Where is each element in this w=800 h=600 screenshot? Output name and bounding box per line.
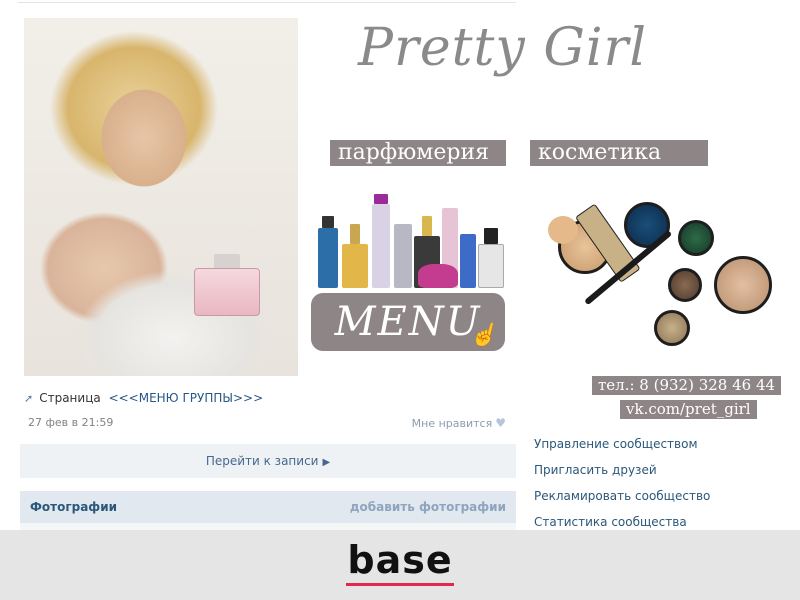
- post-title: ➚ Страница <<<МЕНЮ ГРУППЫ>>>: [24, 391, 263, 405]
- community-side-menu: Управление сообществом Пригласить друзей…: [534, 436, 710, 540]
- hand-pointer-icon: ☝: [469, 323, 499, 348]
- chevron-right-icon: ▶: [322, 457, 331, 468]
- side-link-invite[interactable]: Пригласить друзей: [534, 462, 710, 488]
- brand-underline: [346, 583, 454, 586]
- like-button[interactable]: Мне нравится ♥: [412, 416, 506, 430]
- phone-contact: тел.: 8 (932) 328 46 44: [592, 376, 782, 395]
- brand-logo: Pretty Girl: [358, 18, 647, 78]
- page-word: Страница: [39, 391, 101, 405]
- photos-title[interactable]: Фотографии: [30, 491, 117, 523]
- menu-button-label: MENU: [334, 299, 482, 345]
- goto-post-button[interactable]: Перейти к записи ▶: [20, 444, 516, 478]
- divider: [18, 2, 516, 3]
- menu-group-link[interactable]: <<<МЕНЮ ГРУППЫ>>>: [109, 391, 264, 405]
- perfume-bottles-image: [314, 180, 510, 288]
- goto-post-label: Перейти к записи: [205, 454, 319, 468]
- brand-logo-text: base: [347, 538, 453, 582]
- model-photo: [24, 18, 298, 376]
- arrow-icon: ➚: [24, 392, 34, 405]
- photos-header: Фотографии добавить фотографии: [20, 491, 516, 523]
- vk-contact: vk.com/pret_girl: [620, 400, 757, 419]
- cosmetics-label: косметика: [530, 140, 708, 166]
- perfume-label: парфюмерия: [330, 140, 506, 166]
- like-label: Мне нравится: [411, 417, 493, 430]
- brand-footer: base: [0, 530, 800, 600]
- side-link-manage[interactable]: Управление сообществом: [534, 436, 710, 462]
- main-column: Pretty Girl парфюмерия косметика MENU ☝: [18, 0, 772, 531]
- cosmetics-image: [528, 180, 790, 358]
- heart-icon: ♥: [495, 416, 506, 430]
- menu-button[interactable]: MENU ☝: [311, 293, 505, 351]
- add-photos-link[interactable]: добавить фотографии: [350, 491, 506, 523]
- side-link-advertise[interactable]: Рекламировать сообщество: [534, 488, 710, 514]
- group-banner[interactable]: Pretty Girl парфюмерия косметика MENU ☝: [18, 14, 772, 376]
- perfume-bottle-image: [194, 268, 260, 316]
- post-date[interactable]: 27 фев в 21:59: [28, 416, 113, 429]
